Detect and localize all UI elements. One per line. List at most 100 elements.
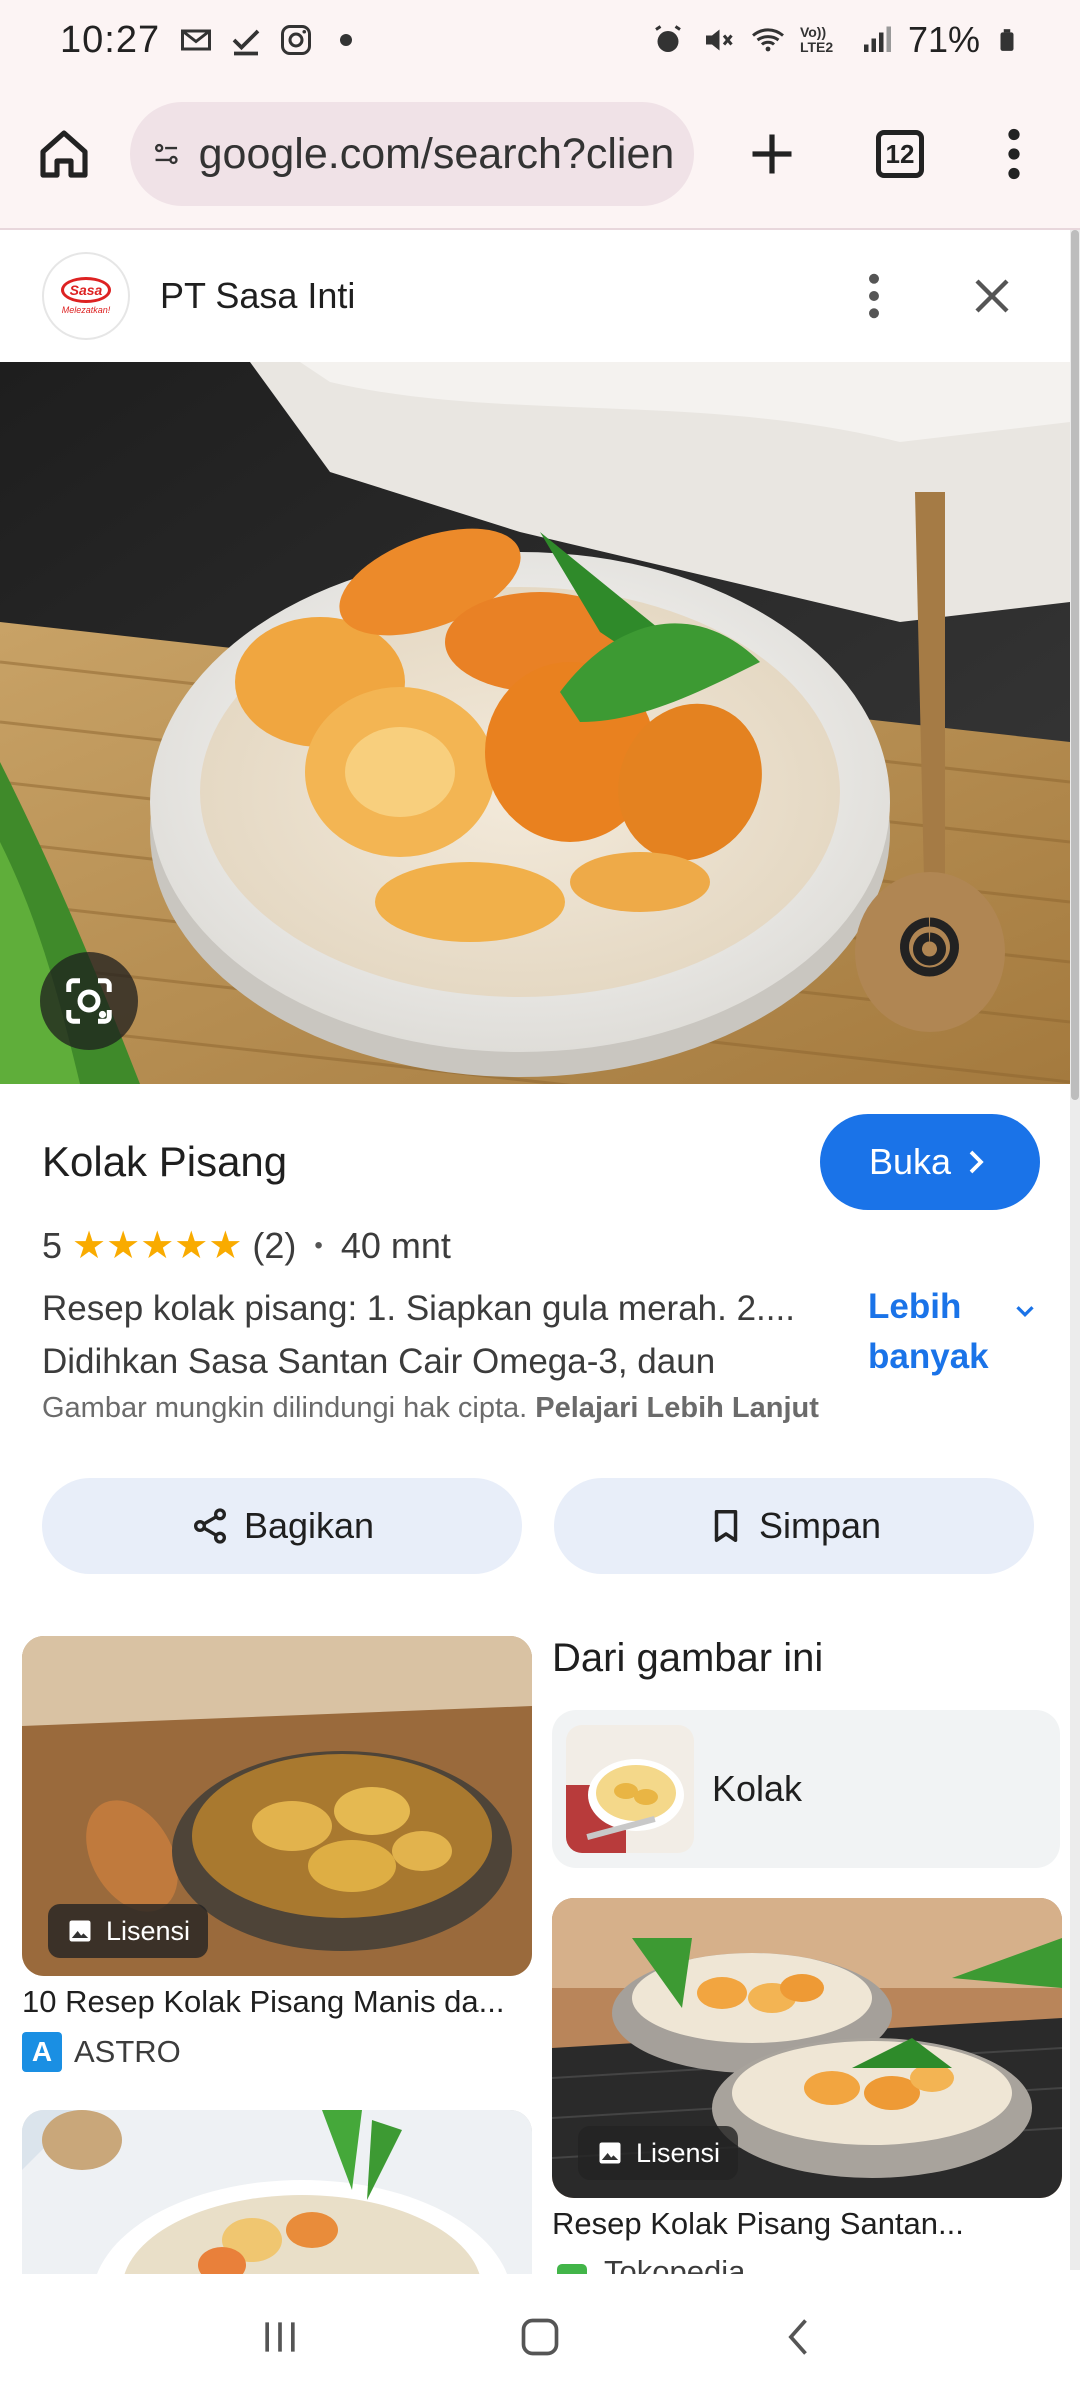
kolak-photo xyxy=(566,1725,694,1853)
star-rating: ★ ★ ★ ★ ★ xyxy=(72,1227,242,1265)
result-title[interactable]: Resep Kolak Pisang Santan... xyxy=(552,2206,1062,2242)
system-nav-bar xyxy=(0,2274,1080,2400)
check-icon xyxy=(232,29,260,56)
instagram-icon xyxy=(281,25,312,55)
lens-icon xyxy=(66,978,112,1024)
star-icon: ★ xyxy=(72,1225,107,1267)
recents-icon xyxy=(265,2322,295,2352)
license-badge[interactable]: Lisensi xyxy=(48,1904,209,1958)
license-label: Lisensi xyxy=(636,2137,721,2168)
status-bar: 10:27 Vo)) LTE2 71% xyxy=(0,0,1080,80)
source-name[interactable]: PT Sasa Inti xyxy=(160,275,355,317)
dot-icon xyxy=(340,34,353,46)
source-label: Tokopedia xyxy=(604,2254,746,2274)
result-title[interactable]: 10 Resep Kolak Pisang Manis da... xyxy=(22,1984,532,2020)
section-heading: Dari gambar ini xyxy=(552,1636,824,1680)
source-label: ASTRO xyxy=(74,2034,181,2069)
more-vert-icon xyxy=(869,273,879,319)
source-logo[interactable]: Sasa Melezatkan! xyxy=(42,252,130,340)
rating-row: 5 ★ ★ ★ ★ ★ (2) • 40 mnt xyxy=(42,1218,451,1274)
address-bar[interactable]: google.com/search?client=ms-android xyxy=(130,102,694,206)
browser-toolbar: google.com/search?client=ms-android 12 xyxy=(0,80,1080,228)
tab-count: 12 xyxy=(876,130,924,178)
related-image-2[interactable]: Lisensi xyxy=(552,1898,1062,2198)
notification-icons xyxy=(178,22,364,58)
chip-thumbnail xyxy=(566,1725,694,1853)
chevron-down-icon[interactable] xyxy=(1010,1296,1040,1326)
lens-search-button[interactable] xyxy=(40,952,138,1050)
save-label: Simpan xyxy=(758,1505,882,1546)
home-icon xyxy=(40,130,88,178)
bookmark-icon xyxy=(714,1510,738,1542)
snippet-line: Resep kolak pisang: 1. Siapkan gula mera… xyxy=(42,1289,795,1328)
mute-icon xyxy=(705,29,733,51)
result-source[interactable]: Tokopedia xyxy=(552,2254,745,2274)
kolak-photo xyxy=(0,362,1070,1084)
related-image-1[interactable]: Lisensi xyxy=(22,1636,532,1976)
site-settings-icon[interactable] xyxy=(152,132,181,176)
signal-icon xyxy=(863,26,891,52)
related-image-3[interactable] xyxy=(22,2110,532,2274)
star-icon: ★ xyxy=(174,1225,209,1267)
panel-more-button[interactable] xyxy=(844,256,904,336)
browser-menu-button[interactable] xyxy=(984,114,1044,194)
kolak-photo xyxy=(22,2110,532,2274)
scrollbar[interactable] xyxy=(1070,230,1080,2270)
wifi-icon xyxy=(751,28,784,52)
astro-logo-icon: A xyxy=(22,2032,62,2072)
star-icon: ★ xyxy=(106,1225,141,1267)
share-label: Bagikan xyxy=(243,1505,375,1546)
new-tab-button[interactable] xyxy=(732,114,812,194)
home-nav-button[interactable] xyxy=(495,2292,585,2382)
chevron-right-icon xyxy=(969,1150,984,1174)
url-text[interactable]: google.com/search?client=ms-android xyxy=(199,130,672,179)
license-badge[interactable]: Lisensi xyxy=(578,2126,739,2180)
panel-close-button[interactable] xyxy=(956,260,1028,332)
license-label: Lisensi xyxy=(106,1915,191,1946)
recipe-snippet: Resep kolak pisang: 1. Siapkan gula mera… xyxy=(42,1282,822,1388)
scrollbar-thumb[interactable] xyxy=(1071,230,1079,1100)
main-image[interactable] xyxy=(0,362,1070,1084)
image-icon xyxy=(599,2142,621,2164)
recipe-title-row: Kolak Pisang Buka xyxy=(42,1114,1040,1210)
review-count: (2) xyxy=(252,1225,297,1266)
chip-label: Kolak xyxy=(712,1768,803,1809)
close-icon xyxy=(975,279,1009,313)
star-icon: ★ xyxy=(140,1225,175,1267)
home-button[interactable] xyxy=(26,116,102,192)
tab-switcher-button[interactable]: 12 xyxy=(860,114,940,194)
logo-tagline: Melezatkan! xyxy=(61,305,111,315)
logo-wordmark: Sasa xyxy=(61,277,111,303)
open-button[interactable]: Buka xyxy=(820,1114,1040,1210)
learn-more-link[interactable]: Pelajari Lebih Lanjut xyxy=(535,1392,819,1424)
more-vert-icon xyxy=(1008,128,1020,180)
back-icon xyxy=(788,2319,807,2355)
alarm-icon xyxy=(655,25,681,52)
save-button[interactable]: Simpan xyxy=(554,1478,1034,1574)
copyright-notice: Gambar mungkin dilindungi hak cipta. Pel… xyxy=(42,1392,819,1425)
result-source[interactable]: A ASTRO xyxy=(22,2032,181,2072)
back-button[interactable] xyxy=(755,2292,845,2382)
battery-icon xyxy=(1000,29,1014,51)
share-button[interactable]: Bagikan xyxy=(42,1478,522,1574)
status-time: 10:27 xyxy=(60,18,161,61)
recents-button[interactable] xyxy=(235,2292,325,2382)
star-icon: ★ xyxy=(208,1225,243,1267)
recipe-title: Kolak Pisang xyxy=(42,1138,288,1185)
separator-dot: • xyxy=(314,1232,323,1259)
cook-duration: 40 mnt xyxy=(340,1225,451,1266)
battery-percent: 71% xyxy=(907,19,980,60)
more-link-line: banyak xyxy=(868,1337,989,1376)
panel-header: Sasa Melezatkan! PT Sasa Inti xyxy=(0,230,1070,362)
volte-icon: Vo)) LTE2 xyxy=(799,24,834,55)
tokopedia-icon xyxy=(557,2264,587,2274)
system-icons: Vo)) LTE2 71% xyxy=(650,19,1020,61)
copyright-text: Gambar mungkin dilindungi hak cipta. xyxy=(42,1392,528,1424)
image-icon xyxy=(69,1920,91,1942)
home-nav-icon xyxy=(521,2318,559,2356)
plus-icon xyxy=(752,134,792,174)
open-button-label: Buka xyxy=(868,1141,952,1182)
related-topic-chip[interactable]: Kolak xyxy=(552,1710,1060,1868)
rating-value: 5 xyxy=(42,1225,63,1266)
gmail-icon xyxy=(181,29,212,51)
